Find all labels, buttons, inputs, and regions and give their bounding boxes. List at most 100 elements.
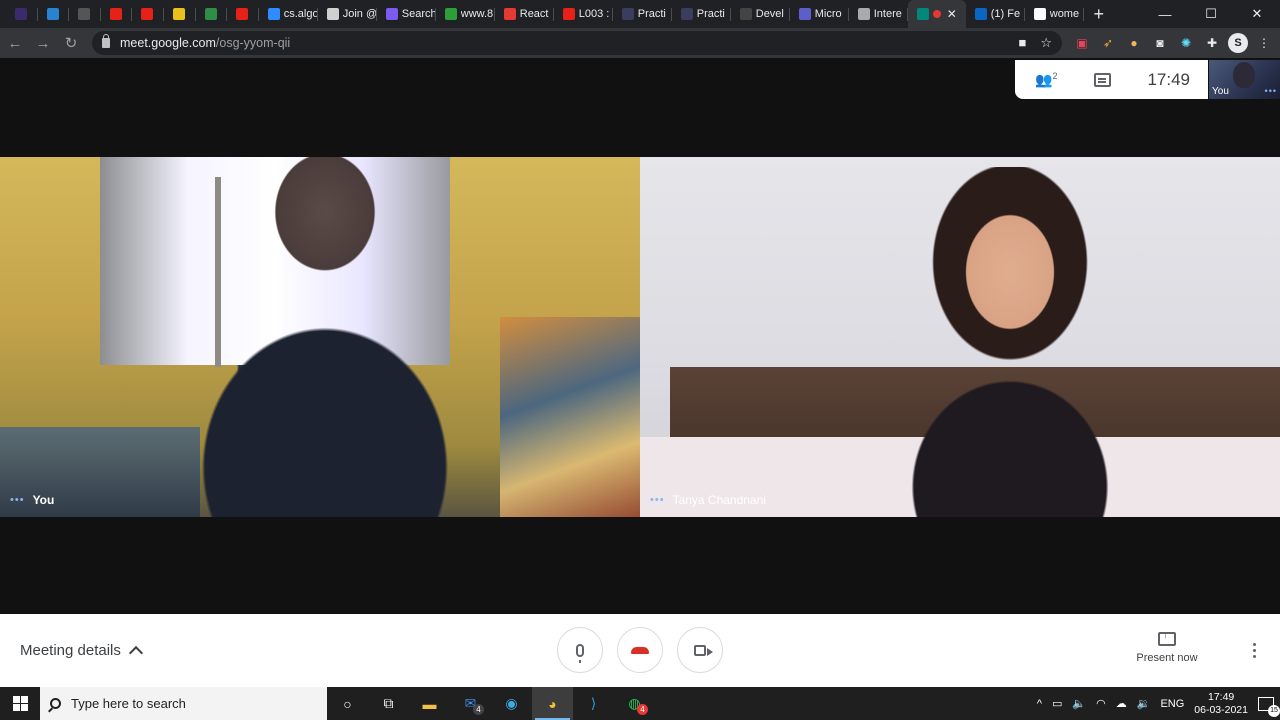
meeting-info-card: 👥2 17:49: [1015, 60, 1208, 99]
whatsapp-icon[interactable]: ◍ 4: [614, 687, 655, 720]
browser-tab-title: www.8: [460, 8, 494, 20]
leave-call-button[interactable]: [617, 627, 663, 673]
pocket-extension-icon[interactable]: ▣: [1072, 33, 1092, 53]
file-explorer-icon[interactable]: ▬: [409, 687, 450, 720]
address-bar[interactable]: meet.google.com/osg-yyom-qii ■ ☆: [92, 31, 1062, 55]
forward-button[interactable]: →: [30, 30, 56, 56]
hang-up-icon: [631, 646, 649, 654]
zotero-icon: [78, 8, 91, 20]
browser-tab[interactable]: wome: [1025, 0, 1084, 28]
browser-tab[interactable]: www.8: [436, 0, 495, 28]
meeting-details-label: Meeting details: [20, 642, 121, 659]
show-hidden-icons-icon[interactable]: ^: [1037, 698, 1042, 710]
youtube-icon: [109, 8, 122, 20]
browser-tab[interactable]: [101, 0, 133, 28]
participants-count: 2: [1052, 70, 1058, 81]
meet-stage: 👥2 17:49 You ••• ••• You ••• Tanya Chand…: [0, 58, 1280, 614]
chrome-icon[interactable]: ◕: [532, 687, 573, 720]
video-tile-participant[interactable]: ••• Tanya Chandnani: [640, 157, 1280, 517]
browser-tab[interactable]: React: [495, 0, 554, 28]
browser-tab[interactable]: (1) Fe: [966, 0, 1025, 28]
chevron-up-icon: [128, 645, 143, 660]
browser-tab[interactable]: Intere: [849, 0, 908, 28]
self-view-thumbnail[interactable]: You •••: [1209, 60, 1280, 99]
grid-icon: [326, 8, 339, 20]
camera-toggle-button[interactable]: [677, 627, 723, 673]
minimize-button[interactable]: —: [1142, 0, 1188, 28]
extension-rocket-icon[interactable]: ➶: [1098, 33, 1118, 53]
extension-egg-icon[interactable]: ●: [1124, 33, 1144, 53]
taskbar-search-box[interactable]: Type here to search: [40, 687, 327, 720]
meeting-details-button[interactable]: Meeting details: [20, 642, 143, 660]
browser-tab-title: Intere: [873, 8, 902, 20]
battery-icon[interactable]: ▭: [1052, 697, 1062, 710]
maximize-button[interactable]: ☐: [1188, 0, 1234, 28]
react-devtools-icon[interactable]: ✺: [1176, 33, 1196, 53]
close-window-button[interactable]: ✕: [1234, 0, 1280, 28]
chat-icon[interactable]: [1093, 72, 1111, 87]
extensions-puzzle-icon[interactable]: ✚: [1202, 33, 1222, 53]
back-button[interactable]: ←: [2, 30, 28, 56]
browser-tab[interactable]: L003 :: [554, 0, 613, 28]
present-now-button[interactable]: Present now: [1132, 629, 1202, 664]
language-indicator[interactable]: ENG: [1160, 698, 1184, 710]
microphone-toggle-button[interactable]: [557, 627, 603, 673]
recording-dot-icon: [932, 10, 941, 18]
onenote-icon: [15, 8, 27, 20]
mail-icon[interactable]: ✉ 4: [450, 687, 491, 720]
task-view-icon[interactable]: ⧉: [368, 687, 409, 720]
edge-icon[interactable]: ◉: [491, 687, 532, 720]
browser-tab[interactable]: [196, 0, 228, 28]
video-tile-self[interactable]: ••• You: [0, 157, 640, 517]
meeting-clock: 17:49: [1147, 69, 1190, 89]
notifications-count: 15: [1268, 704, 1280, 717]
browser-tab[interactable]: Practi: [672, 0, 731, 28]
self-view-figure: [1233, 62, 1255, 88]
more-options-icon[interactable]: [1251, 643, 1257, 658]
react-fav-icon: [503, 8, 516, 20]
browser-tab[interactable]: [69, 0, 101, 28]
reload-button[interactable]: ↻: [58, 30, 84, 56]
notifications-icon[interactable]: 15: [1258, 696, 1280, 717]
browser-tab[interactable]: [6, 0, 38, 28]
microphone-icon: [576, 643, 584, 663]
browser-tab[interactable]: [164, 0, 196, 28]
camera-in-use-icon[interactable]: ■: [1018, 35, 1026, 51]
taskbar-date: 06-03-2021: [1194, 703, 1248, 716]
extensions-area: ▣ ➶ ● ◙ ✺ ✚ S ⋮: [1072, 33, 1274, 53]
system-tray: ^ ▭ 🔈 ◠ ☁ 🔉 ENG 17:49 06-03-2021 15: [1037, 691, 1280, 717]
tile-more-options-icon[interactable]: •••: [10, 494, 25, 506]
screen: cs.algo Join @ Search www.8 React L003 : Pract…: [0, 0, 1280, 720]
self-view-more-icon[interactable]: •••: [1265, 86, 1277, 96]
browser-toolbar: ← → ↻ meet.google.com/osg-yyom-qii ■ ☆ ▣…: [0, 28, 1280, 58]
browser-tab[interactable]: cs.algo: [259, 0, 318, 28]
taskbar-clock[interactable]: 17:49 06-03-2021: [1194, 691, 1248, 717]
browser-tab[interactable]: [227, 0, 259, 28]
close-tab-icon[interactable]: ✕: [947, 7, 957, 21]
browser-tab[interactable]: Join @: [318, 0, 377, 28]
tile-more-options-icon[interactable]: •••: [650, 494, 665, 506]
browser-tab[interactable]: Search: [377, 0, 436, 28]
vscode-icon[interactable]: ⟩: [573, 687, 614, 720]
start-button[interactable]: [0, 696, 40, 711]
cortana-icon[interactable]: ○: [327, 687, 368, 720]
profile-avatar[interactable]: S: [1228, 33, 1248, 53]
browser-tab[interactable]: ✕: [907, 0, 966, 28]
browser-tab-title: (1) Fe: [990, 8, 1021, 20]
onedrive-icon[interactable]: ☁: [1116, 697, 1127, 710]
browser-menu-icon[interactable]: ⋮: [1254, 33, 1274, 53]
browser-tab-title: Devel: [755, 8, 784, 20]
zoom-icon: [267, 8, 280, 20]
browser-tab[interactable]: Micro: [790, 0, 849, 28]
browser-tab[interactable]: [132, 0, 164, 28]
participants-button[interactable]: 👥2: [1035, 71, 1057, 89]
browser-tab[interactable]: Devel: [731, 0, 790, 28]
new-tab-button[interactable]: +: [1084, 0, 1114, 28]
browser-tab[interactable]: [38, 0, 70, 28]
bookmark-star-icon[interactable]: ☆: [1040, 35, 1052, 51]
wifi-icon[interactable]: ◠: [1096, 697, 1106, 710]
screenshot-extension-icon[interactable]: ◙: [1150, 33, 1170, 53]
browser-tab[interactable]: Practi: [613, 0, 672, 28]
speaker-icon[interactable]: 🔉: [1137, 697, 1151, 710]
volume-icon[interactable]: 🔈: [1072, 697, 1086, 710]
